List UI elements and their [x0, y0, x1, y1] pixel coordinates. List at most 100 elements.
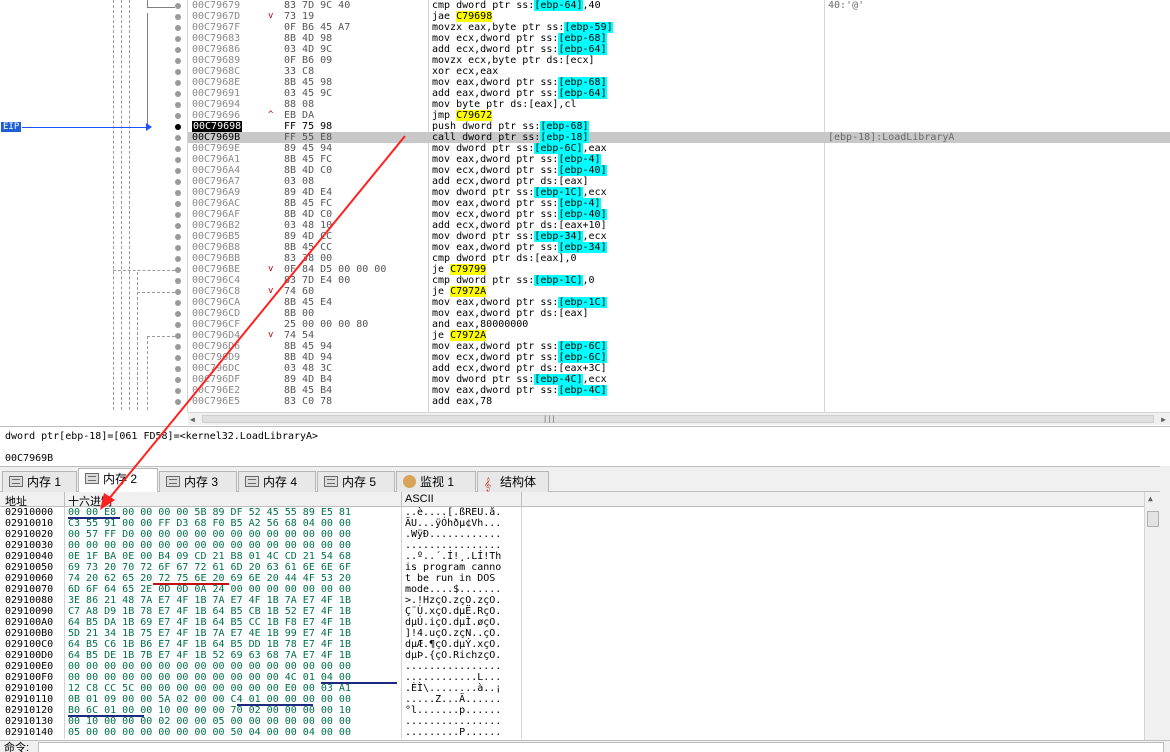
disasm-row[interactable]: 00C7967F 0F B6 45 A7 movzx eax,byte ptr ss… — [188, 22, 1170, 33]
dump-hex-bytes[interactable]: 64 B5 DA 1B 69 E7 4F 1B 64 B5 CC 1B F8 E… — [68, 617, 351, 628]
dump-ascii[interactable]: .....Z...Ä...... — [405, 694, 501, 705]
disasm-row[interactable]: 00C796BB 83 38 00 cmp dword ptr ds:[eax],0 — [188, 253, 1170, 264]
dump-ascii[interactable]: ]!4.uçO.zçN..çO. — [405, 628, 501, 639]
disasm-row[interactable]: 00C796B5 89 4D CC mov dword ptr ss:[ebp-34… — [188, 231, 1170, 242]
dump-address[interactable]: 029100A0 — [5, 617, 53, 628]
disasm-row[interactable]: 00C7969B FF 55 E8 call dword ptr ss:[ebp-1… — [188, 132, 1170, 143]
breakpoint-dot[interactable] — [175, 3, 181, 9]
instruction-text[interactable]: mov ecx,dword ptr ss:[ebp-40] — [432, 209, 607, 220]
instruction-text[interactable]: cmp dword ptr ds:[eax],0 — [432, 253, 577, 264]
instruction-address[interactable]: 00C796B5 — [192, 231, 240, 242]
breakpoint-dot[interactable] — [175, 168, 181, 174]
instruction-address[interactable]: 00C7968C — [192, 66, 240, 77]
dump-row[interactable]: 029100D0 64 B5 DE 1B 7B E7 4F 1B 52 69 63… — [0, 650, 1144, 661]
breakpoint-dot[interactable] — [175, 377, 181, 383]
dump-hex-bytes[interactable]: 0E 1F BA 0E 00 B4 09 CD 21 B8 01 4C CD 2… — [68, 551, 351, 562]
breakpoint-dot[interactable] — [175, 124, 181, 130]
instruction-text[interactable]: xor ecx,eax — [432, 66, 498, 77]
instruction-text[interactable]: cmp dword ptr ss:[ebp-1C],0 — [432, 275, 595, 286]
disasm-row[interactable]: 00C796D4 v 74 54 je C7972A — [188, 330, 1170, 341]
ascii-column-header[interactable]: ASCII — [405, 493, 434, 505]
dump-address[interactable]: 029100F0 — [5, 672, 53, 683]
instruction-address[interactable]: 00C79691 — [192, 88, 240, 99]
dump-hex-bytes[interactable]: C3 55 91 00 00 FF D3 68 F0 B5 A2 56 68 0… — [68, 518, 351, 529]
breakpoint-dot[interactable] — [175, 201, 181, 207]
dump-ascii[interactable]: is program canno — [405, 562, 501, 573]
disasm-row[interactable]: 00C796D9 8B 4D 94 mov ecx,dword ptr ss:[eb… — [188, 352, 1170, 363]
instruction-address[interactable]: 00C79698 — [192, 121, 243, 132]
dump-address[interactable]: 02910130 — [5, 716, 53, 727]
instruction-address[interactable]: 00C796BE — [192, 264, 240, 275]
dump-address[interactable]: 02910120 — [5, 705, 53, 716]
breakpoint-dot[interactable] — [175, 91, 181, 97]
dump-ascii[interactable]: mode....$....... — [405, 584, 501, 595]
disasm-row[interactable]: 00C7967D v 73 19 jae C79698 — [188, 11, 1170, 22]
dump-row[interactable]: 02910000 00 00 E8 00 00 00 00 5B 89 DF 52… — [0, 507, 1144, 518]
instruction-text[interactable]: mov dword ptr ss:[ebp-6C],eax — [432, 143, 607, 154]
breakpoint-dot[interactable] — [175, 190, 181, 196]
tab-memory-3[interactable]: 内存 3 — [159, 471, 237, 492]
instruction-address[interactable]: 00C796BB — [192, 253, 240, 264]
instruction-text[interactable]: mov ecx,dword ptr ss:[ebp-68] — [432, 33, 607, 44]
instruction-text[interactable]: je C7972A — [432, 286, 487, 297]
instruction-address[interactable]: 00C796D6 — [192, 341, 240, 352]
disasm-row[interactable]: 00C796C4 83 7D E4 00 cmp dword ptr ss:[ebp… — [188, 275, 1170, 286]
dump-address[interactable]: 029100D0 — [5, 650, 53, 661]
dump-ascii[interactable]: ............L... — [405, 672, 501, 683]
dump-address[interactable]: 02910100 — [5, 683, 53, 694]
instruction-address[interactable]: 00C79679 — [192, 0, 240, 11]
instruction-text[interactable]: movzx ecx,byte ptr ds:[ecx] — [432, 55, 595, 66]
dump-row[interactable]: 02910100 12 C8 CC 5C 00 00 00 00 00 00 00… — [0, 683, 1144, 694]
dump-row[interactable]: 02910130 00 10 00 00 00 02 00 00 05 00 00… — [0, 716, 1144, 727]
dump-hex-bytes[interactable]: 64 B5 DE 1B 7B E7 4F 1B 52 69 63 68 7A E… — [68, 650, 351, 661]
dump-address[interactable]: 02910090 — [5, 606, 53, 617]
breakpoint-dot[interactable] — [175, 289, 181, 295]
disasm-row[interactable]: 00C796A1 8B 45 FC mov eax,dword ptr ss:[eb… — [188, 154, 1170, 165]
scroll-thumb[interactable]: ||| — [202, 415, 1154, 423]
dump-hex-bytes[interactable]: 00 00 00 00 00 00 00 00 00 00 00 00 4C 0… — [68, 672, 351, 683]
dump-ascii[interactable]: ÃU...ÿÓhðµ¢Vh... — [405, 518, 501, 529]
disasm-row[interactable]: 00C79691 03 45 9C add eax,dword ptr ss:[eb… — [188, 88, 1170, 99]
breakpoint-dot[interactable] — [175, 366, 181, 372]
dump-hex-bytes[interactable]: C7 A8 D9 1B 78 E7 4F 1B 64 B5 CB 1B 52 E… — [68, 606, 351, 617]
tab-memory-2[interactable]: 内存 2 — [78, 468, 158, 493]
dump-row[interactable]: 029100A0 64 B5 DA 1B 69 E7 4F 1B 64 B5 CC… — [0, 617, 1144, 628]
disasm-row[interactable]: 00C7968C 33 C8 xor ecx,eax — [188, 66, 1170, 77]
instruction-address[interactable]: 00C79689 — [192, 55, 240, 66]
instruction-text[interactable]: mov ecx,dword ptr ss:[ebp-40] — [432, 165, 607, 176]
disasm-row[interactable]: 00C79689 0F B6 09 movzx ecx,byte ptr ds:[e… — [188, 55, 1170, 66]
instruction-address[interactable]: 00C796A1 — [192, 154, 240, 165]
instruction-text[interactable]: push dword ptr ss:[ebp-68] — [432, 121, 589, 132]
breakpoint-dot[interactable] — [175, 58, 181, 64]
dump-ascii[interactable]: ..º..´.Í!¸.LÍ!Th — [405, 551, 501, 562]
disasm-row[interactable]: 00C796DC 03 48 3C add ecx,dword ptr ds:[ea… — [188, 363, 1170, 374]
breakpoint-dot[interactable] — [175, 179, 181, 185]
vertical-scrollbar[interactable]: ▲ — [1144, 492, 1160, 740]
memory-dump[interactable]: 02910000 00 00 E8 00 00 00 00 5B 89 DF 52… — [0, 507, 1144, 739]
breakpoint-dot[interactable] — [175, 14, 181, 20]
instruction-text[interactable]: add ecx,dword ptr ds:[eax+3C] — [432, 363, 607, 374]
breakpoint-dot[interactable] — [175, 212, 181, 218]
instruction-text[interactable]: mov eax,dword ptr ss:[ebp-4C] — [432, 385, 607, 396]
instruction-text[interactable]: mov eax,dword ptr ss:[ebp-34] — [432, 242, 607, 253]
instruction-text[interactable]: je C79799 — [432, 264, 487, 275]
instruction-address[interactable]: 00C7967D — [192, 11, 240, 22]
instruction-address[interactable]: 00C796DC — [192, 363, 240, 374]
instruction-address[interactable]: 00C796E2 — [192, 385, 240, 396]
dump-row[interactable]: 02910140 05 00 00 00 00 00 00 00 00 50 04… — [0, 727, 1144, 738]
scroll-right-icon[interactable]: ▶ — [1161, 415, 1166, 424]
instruction-text[interactable]: mov ecx,dword ptr ss:[ebp-6C] — [432, 352, 607, 363]
dump-hex-bytes[interactable]: 00 00 00 00 00 00 00 00 00 00 00 00 00 0… — [68, 661, 351, 672]
dump-row[interactable]: 02910040 0E 1F BA 0E 00 B4 09 CD 21 B8 01… — [0, 551, 1144, 562]
dump-row[interactable]: 02910050 69 73 20 70 72 6F 67 72 61 6D 20… — [0, 562, 1144, 573]
dump-address[interactable]: 02910110 — [5, 694, 53, 705]
instruction-text[interactable]: jmp C79672 — [432, 110, 493, 121]
breakpoint-dot[interactable] — [175, 69, 181, 75]
dump-ascii[interactable]: ................ — [405, 540, 501, 551]
instruction-text[interactable]: mov eax,dword ptr ss:[ebp-1C] — [432, 297, 607, 308]
dump-ascii[interactable]: dµÆ.¶çO.dµÝ.xçO. — [405, 639, 501, 650]
breakpoint-dot[interactable] — [175, 344, 181, 350]
disasm-row[interactable]: 00C79679 83 7D 9C 40 cmp dword ptr ss:[ebp… — [188, 0, 1170, 11]
instruction-text[interactable]: add eax,dword ptr ss:[ebp-64] — [432, 88, 607, 99]
instruction-address[interactable]: 00C796AC — [192, 198, 240, 209]
